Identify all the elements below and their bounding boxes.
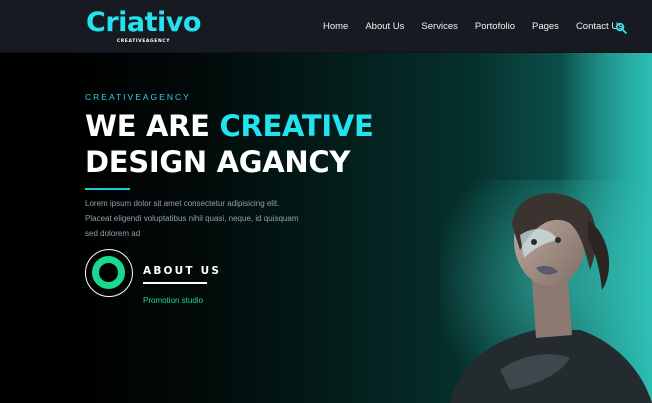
- hero-portrait-image: [440, 180, 652, 403]
- ring-icon: [92, 256, 125, 289]
- nav-item-services[interactable]: Services: [421, 21, 457, 33]
- nav-item-portofolio[interactable]: Portofolio: [475, 21, 515, 33]
- about-us-link[interactable]: ABOUT US: [143, 265, 221, 277]
- promotion-studio-text: Promotion studio: [143, 296, 204, 305]
- brand-subtitle: CREATIVEAGENCY: [116, 39, 171, 44]
- top-navbar: Criativo CREATIVEAGENCY Home About Us Se…: [0, 0, 652, 53]
- headline-divider: [85, 188, 130, 190]
- headline-line1-white: WE ARE: [85, 109, 220, 143]
- search-icon[interactable]: [615, 22, 627, 34]
- headline-line1-accent: CREATIVE: [219, 109, 374, 143]
- hero-description: Lorem ipsum dolor sit amet consectetur a…: [85, 199, 299, 238]
- nav-item-pages[interactable]: Pages: [532, 21, 559, 33]
- hero-tagline: CREATIVEAGENCY: [85, 92, 191, 102]
- brand-name: Criativo: [86, 7, 201, 38]
- hero-headline: WE ARE CREATIVE DESIGN AGANCY: [85, 108, 374, 180]
- brand-logo[interactable]: Criativo CREATIVEAGENCY: [86, 7, 201, 45]
- about-us-underline: [143, 282, 207, 284]
- about-us-play-button[interactable]: [85, 249, 133, 297]
- nav-item-home[interactable]: Home: [323, 21, 348, 33]
- main-nav: Home About Us Services Portofolio Pages …: [323, 21, 640, 33]
- nav-item-about-us[interactable]: About Us: [365, 21, 404, 33]
- headline-line2: DESIGN AGANCY: [85, 145, 351, 179]
